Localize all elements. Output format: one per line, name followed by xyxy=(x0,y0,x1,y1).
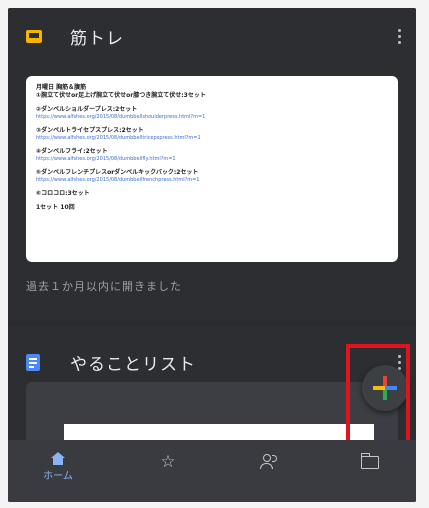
document-preview[interactable]: 月曜日 胸筋＆腹筋 ①腕立て伏せor足上げ腕立て伏せor膝つき腕立て伏せ:3セット… xyxy=(26,76,398,262)
doc-text-line: 1セット 10回 xyxy=(36,204,75,211)
doc-text-line: ⑥コロコロ:3セット xyxy=(36,190,90,197)
doc-text-line: ①腕立て伏せor足上げ腕立て伏せor膝つき腕立て伏せ:3セット xyxy=(36,92,206,99)
slides-icon xyxy=(26,29,42,43)
bottom-navigation: ホーム ☆ xyxy=(8,440,416,502)
doc-link: https://www.alfshes.org/2015/08/dumbbell… xyxy=(36,114,206,120)
nav-files[interactable] xyxy=(340,440,400,502)
more-options-icon[interactable] xyxy=(398,28,402,44)
card-title: 筋トレ xyxy=(70,28,124,49)
card-title: やることリスト xyxy=(70,354,196,375)
doc-link: https://www.alfshes.org/2015/08/dumbbell… xyxy=(36,156,176,162)
doc-link: https://www.alfshes.org/2015/08/dumbbell… xyxy=(36,177,200,183)
docs-icon xyxy=(26,353,40,371)
star-icon: ☆ xyxy=(160,452,176,472)
file-card-kintore[interactable]: 筋トレ 月曜日 胸筋＆腹筋 ①腕立て伏せor足上げ腕立て伏せor膝つき腕立て伏せ:… xyxy=(8,8,416,320)
nav-home[interactable]: ホーム xyxy=(28,440,88,502)
doc-text-line: ④ダンベルフライ:2セット xyxy=(36,148,108,155)
shared-people-icon xyxy=(260,454,280,470)
doc-text-line: ②ダンベルショルダープレス:2セット xyxy=(36,106,138,113)
app-screen: 筋トレ 月曜日 胸筋＆腹筋 ①腕立て伏せor足上げ腕立て伏せor膝つき腕立て伏せ:… xyxy=(8,8,416,502)
nav-home-label: ホーム xyxy=(43,471,73,482)
doc-text-line: 月曜日 胸筋＆腹筋 xyxy=(36,84,87,91)
card-header: 筋トレ xyxy=(8,8,416,64)
folder-icon xyxy=(360,453,379,469)
home-icon xyxy=(51,452,65,465)
nav-starred[interactable]: ☆ xyxy=(138,440,198,502)
highlight-box xyxy=(346,344,410,448)
last-opened-text: 過去１か月以内に開きました xyxy=(26,280,182,293)
nav-shared[interactable] xyxy=(240,440,300,502)
doc-link: https://www.alfshes.org/2015/08/dumbbell… xyxy=(36,135,201,141)
doc-text-line: ③ダンベルトライセプスプレス:2セット xyxy=(36,127,144,134)
doc-text-line: ⑤ダンベルフレンチプレスorダンベルキックバック:2セット xyxy=(36,169,199,176)
